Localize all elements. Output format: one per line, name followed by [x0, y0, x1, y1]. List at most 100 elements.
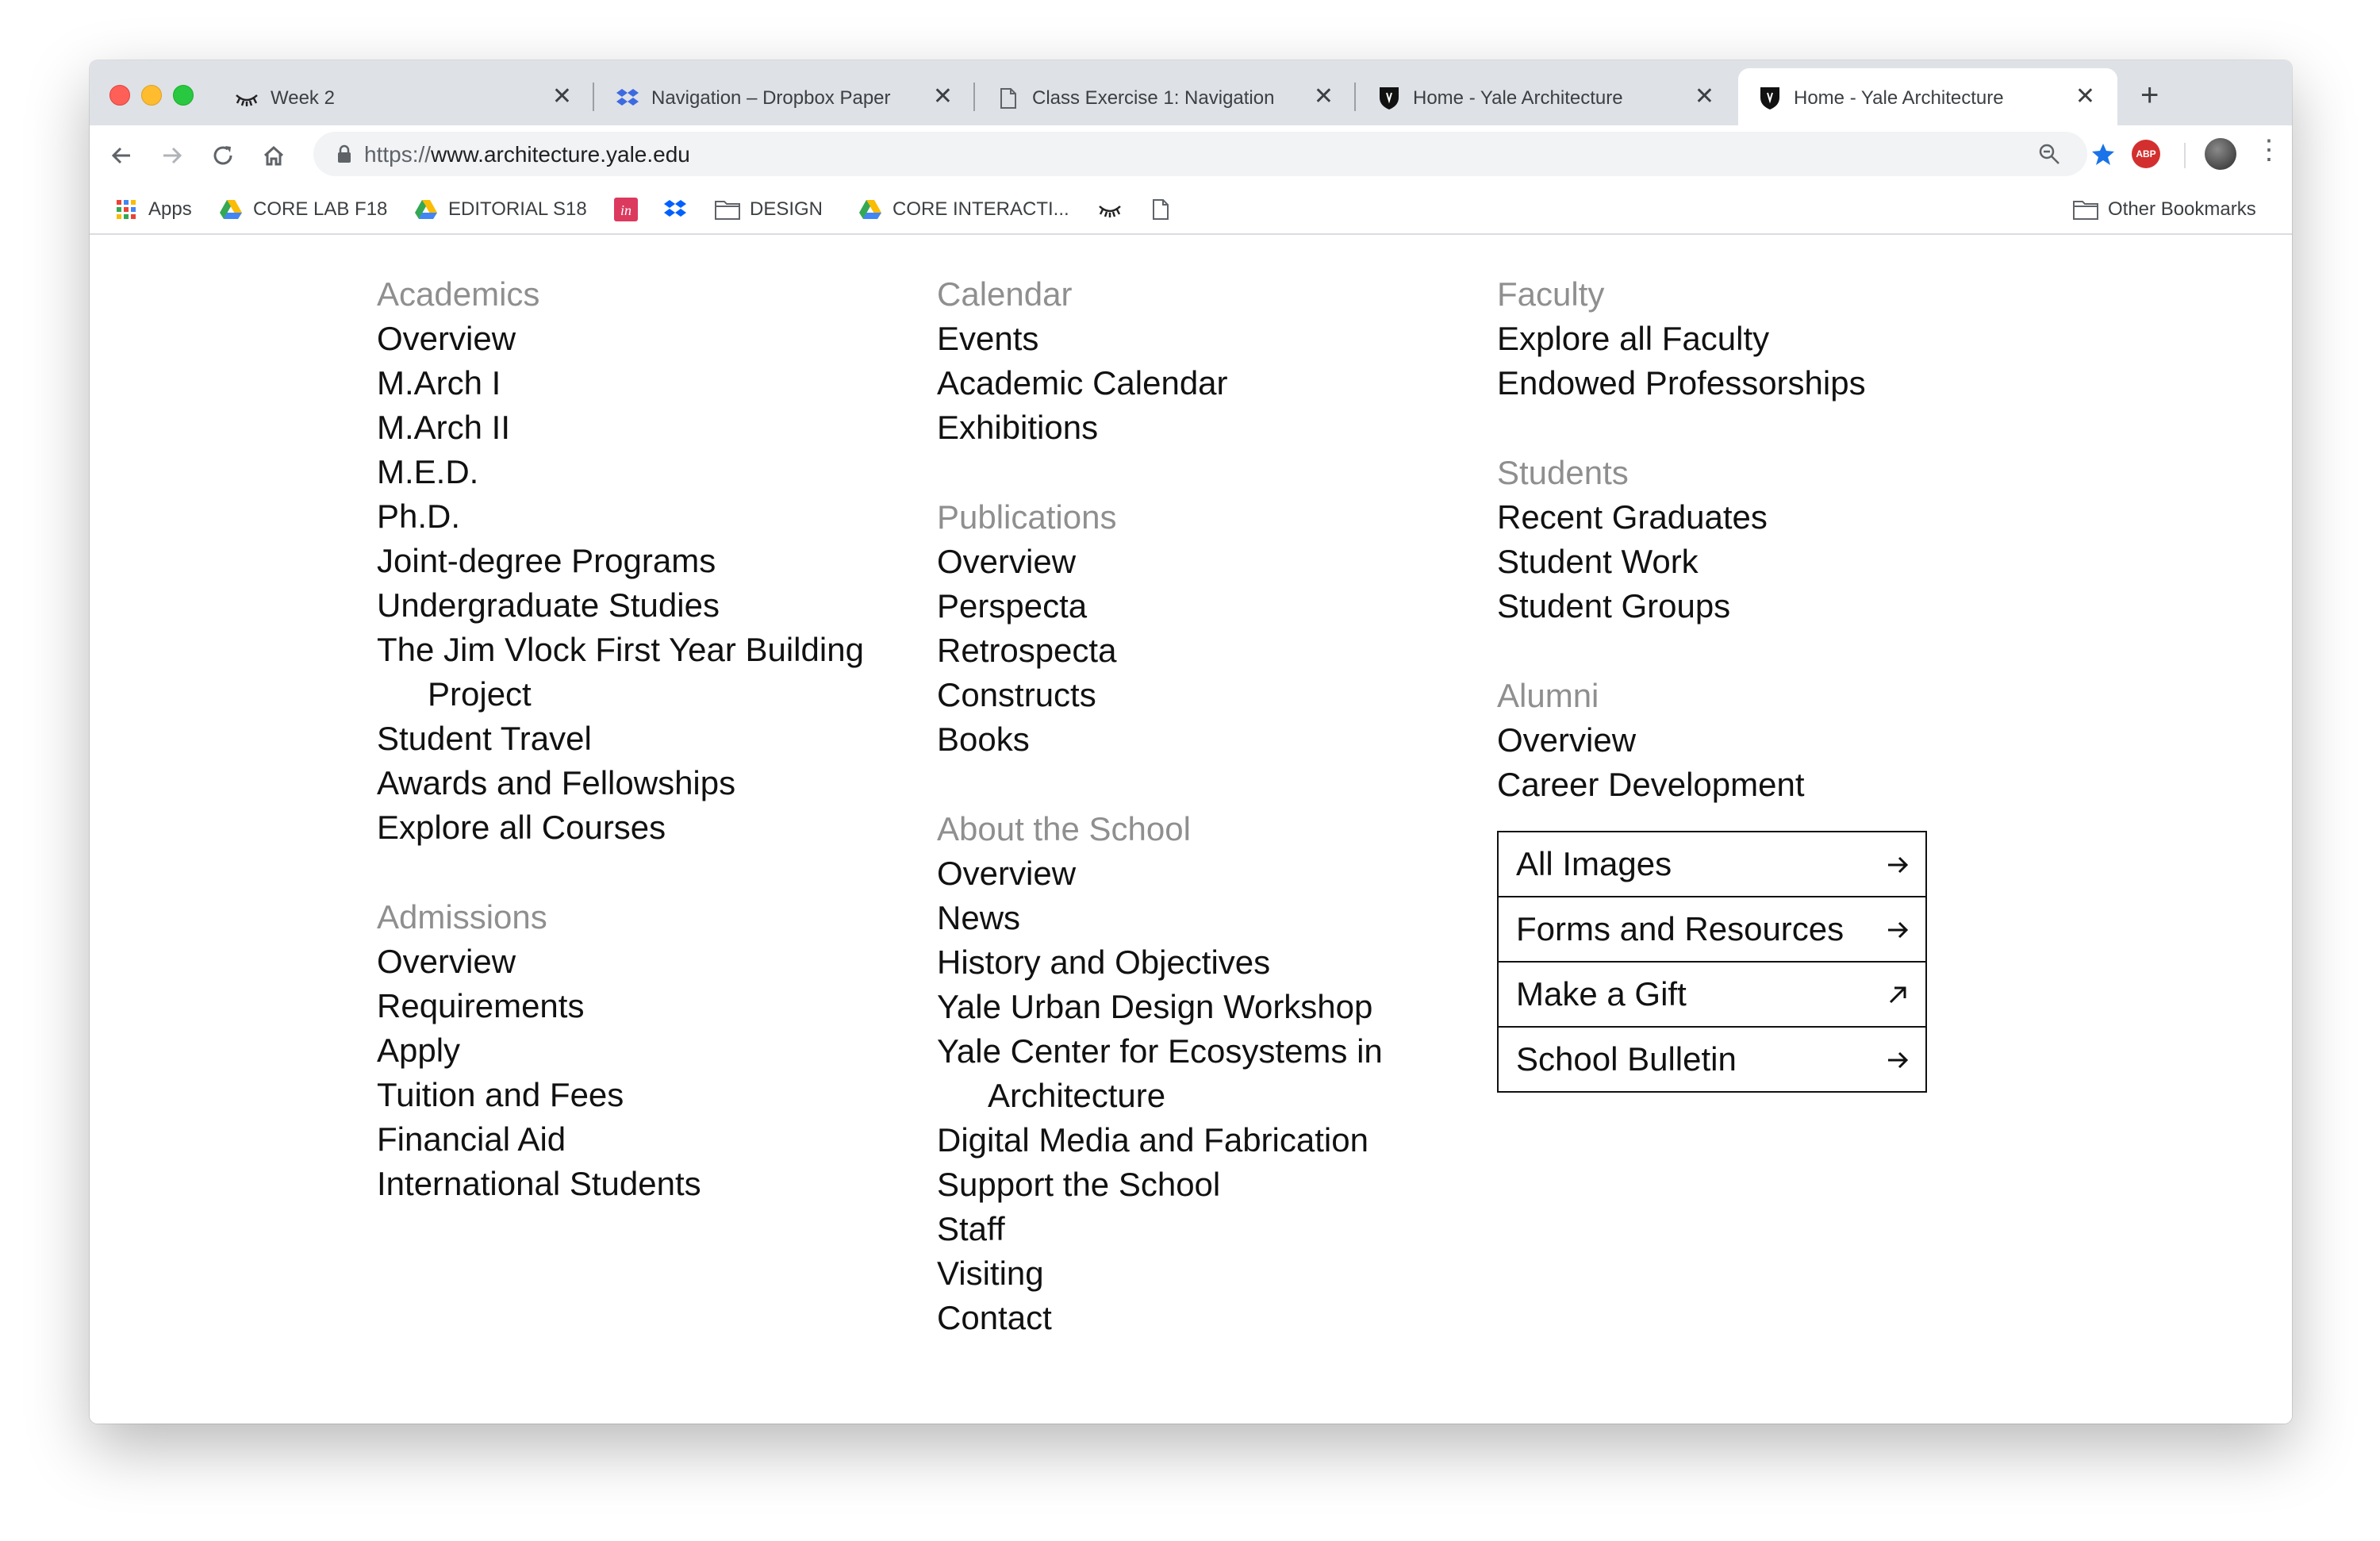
- nav-link[interactable]: Explore all Faculty: [1497, 317, 2036, 361]
- nav-link[interactable]: Awards and Fellowships: [377, 761, 916, 805]
- home-button[interactable]: [259, 141, 288, 170]
- section-title-publications[interactable]: Publications: [937, 495, 1476, 540]
- nav-link[interactable]: Explore all Courses: [377, 805, 916, 850]
- section-title-faculty[interactable]: Faculty: [1497, 272, 2036, 317]
- adblock-plus-extension[interactable]: ABP: [2132, 140, 2160, 168]
- zoom-icon[interactable]: [2036, 141, 2062, 167]
- other-bookmarks[interactable]: Other Bookmarks: [2073, 195, 2256, 224]
- nav-link[interactable]: International Students: [377, 1162, 916, 1206]
- nav-link[interactable]: Visiting: [937, 1251, 1476, 1296]
- nav-link[interactable]: Yale Urban Design Workshop: [937, 985, 1476, 1029]
- nav-link[interactable]: Recent Graduates: [1497, 495, 2036, 540]
- quick-link-forms-resources[interactable]: Forms and Resources: [1499, 897, 1925, 963]
- close-icon[interactable]: ✕: [1314, 83, 1334, 111]
- close-icon[interactable]: ✕: [552, 83, 572, 111]
- bookmark-dropbox[interactable]: [662, 195, 688, 224]
- profile-avatar[interactable]: [2205, 138, 2236, 170]
- admissions-section: Admissions Overview Requirements Apply T…: [377, 895, 916, 1206]
- nav-link[interactable]: Overview: [377, 940, 916, 984]
- browser-toolbar: https://www.architecture.yale.edu ABP ⋮: [90, 125, 2292, 186]
- academics-section: Academics Overview M.Arch I M.Arch II M.…: [377, 272, 916, 850]
- bookmark-eyelash[interactable]: [1097, 195, 1123, 224]
- section-title-alumni[interactable]: Alumni: [1497, 674, 2036, 718]
- new-tab-button[interactable]: +: [2140, 78, 2159, 113]
- nav-link-ecosystems[interactable]: Yale Center for Ecosystems in Architectu…: [937, 1029, 1476, 1118]
- bookmark-design-folder[interactable]: DESIGN: [715, 195, 823, 224]
- document-icon: [996, 86, 1021, 111]
- nav-link[interactable]: Financial Aid: [377, 1117, 916, 1162]
- zoom-window-button[interactable]: [173, 85, 194, 106]
- nav-link[interactable]: Perspecta: [937, 584, 1476, 628]
- nav-link[interactable]: Joint-degree Programs: [377, 539, 916, 583]
- quick-link-school-bulletin[interactable]: School Bulletin: [1499, 1028, 1925, 1091]
- close-window-button[interactable]: [109, 85, 130, 106]
- nav-link[interactable]: M.Arch II: [377, 405, 916, 450]
- bookmark-star-icon[interactable]: [2090, 141, 2116, 167]
- nav-link[interactable]: Student Travel: [377, 717, 916, 761]
- nav-link[interactable]: Constructs: [937, 673, 1476, 717]
- tab-week-2[interactable]: Week 2 ✕: [215, 68, 594, 125]
- tab-dropbox-paper[interactable]: Navigation – Dropbox Paper ✕: [596, 68, 975, 125]
- quick-link-make-a-gift[interactable]: Make a Gift: [1499, 963, 1925, 1028]
- chrome-menu-button[interactable]: ⋮: [2255, 136, 2282, 163]
- section-title-about[interactable]: About the School: [937, 807, 1476, 851]
- nav-link[interactable]: Overview: [377, 317, 916, 361]
- avatar-icon: [2205, 138, 2236, 170]
- section-title-students[interactable]: Students: [1497, 451, 2036, 495]
- bookmark-core-lab-f18[interactable]: CORE LAB F18: [218, 195, 387, 224]
- close-icon[interactable]: ✕: [1695, 83, 1714, 111]
- nav-link[interactable]: Contact: [937, 1296, 1476, 1340]
- tab-class-exercise[interactable]: Class Exercise 1: Navigation ✕: [977, 68, 1356, 125]
- address-bar[interactable]: https://www.architecture.yale.edu: [313, 132, 2114, 176]
- nav-link[interactable]: Undergraduate Studies: [377, 583, 916, 628]
- close-icon[interactable]: ✕: [933, 83, 953, 111]
- nav-link[interactable]: Staff: [937, 1207, 1476, 1251]
- nav-link[interactable]: Overview: [937, 851, 1476, 896]
- close-icon[interactable]: ✕: [2075, 83, 2095, 111]
- nav-link[interactable]: Ph.D.: [377, 494, 916, 539]
- calendar-section: Calendar Events Academic Calendar Exhibi…: [937, 272, 1476, 450]
- bookmark-editorial-s18[interactable]: EDITORIAL S18: [413, 195, 587, 224]
- bookmark-invision[interactable]: in: [613, 195, 639, 224]
- dropbox-icon: [615, 86, 640, 111]
- nav-link[interactable]: Requirements: [377, 984, 916, 1028]
- nav-link[interactable]: News: [937, 896, 1476, 940]
- nav-link[interactable]: History and Objectives: [937, 940, 1476, 985]
- eyelash-icon: [234, 86, 259, 111]
- nav-link[interactable]: Overview: [1497, 718, 2036, 763]
- nav-link[interactable]: Academic Calendar: [937, 361, 1476, 405]
- home-icon: [263, 145, 284, 166]
- nav-link[interactable]: Exhibitions: [937, 405, 1476, 450]
- section-title-admissions[interactable]: Admissions: [377, 895, 916, 940]
- nav-link[interactable]: Tuition and Fees: [377, 1073, 916, 1117]
- bookmark-apps[interactable]: Apps: [113, 195, 192, 224]
- tab-yale-architecture-active[interactable]: Home - Yale Architecture ✕: [1738, 68, 2117, 125]
- nav-link[interactable]: Apply: [377, 1028, 916, 1073]
- reload-button[interactable]: [209, 141, 237, 170]
- nav-link[interactable]: M.E.D.: [377, 450, 916, 494]
- forward-button[interactable]: [158, 141, 186, 170]
- nav-link[interactable]: Student Groups: [1497, 584, 2036, 628]
- quick-link-all-images[interactable]: All Images: [1499, 832, 1925, 897]
- nav-link[interactable]: Career Development: [1497, 763, 2036, 807]
- nav-link-jim-vlock-project[interactable]: The Jim Vlock First Year Building Projec…: [377, 628, 916, 717]
- bookmark-core-interaction[interactable]: CORE INTERACTI...: [858, 195, 1069, 224]
- tab-title: Class Exercise 1: Navigation: [1032, 87, 1275, 109]
- section-title-calendar[interactable]: Calendar: [937, 272, 1476, 317]
- nav-link[interactable]: Support the School: [937, 1162, 1476, 1207]
- back-button[interactable]: [107, 141, 136, 170]
- nav-link[interactable]: Retrospecta: [937, 628, 1476, 673]
- nav-link[interactable]: Events: [937, 317, 1476, 361]
- nav-link[interactable]: M.Arch I: [377, 361, 916, 405]
- tab-yale-architecture[interactable]: Home - Yale Architecture ✕: [1357, 68, 1737, 125]
- minimize-window-button[interactable]: [141, 85, 162, 106]
- nav-link[interactable]: Endowed Professorships: [1497, 361, 2036, 405]
- nav-link[interactable]: Student Work: [1497, 540, 2036, 584]
- nav-link[interactable]: Overview: [937, 540, 1476, 584]
- nav-link[interactable]: Digital Media and Fabrication: [937, 1118, 1476, 1162]
- nav-link[interactable]: Books: [937, 717, 1476, 762]
- section-title-academics[interactable]: Academics: [377, 272, 916, 317]
- bookmark-document[interactable]: [1148, 195, 1173, 224]
- nav-link-line: Architecture: [988, 1077, 1166, 1114]
- students-section: Students Recent Graduates Student Work S…: [1497, 451, 2036, 628]
